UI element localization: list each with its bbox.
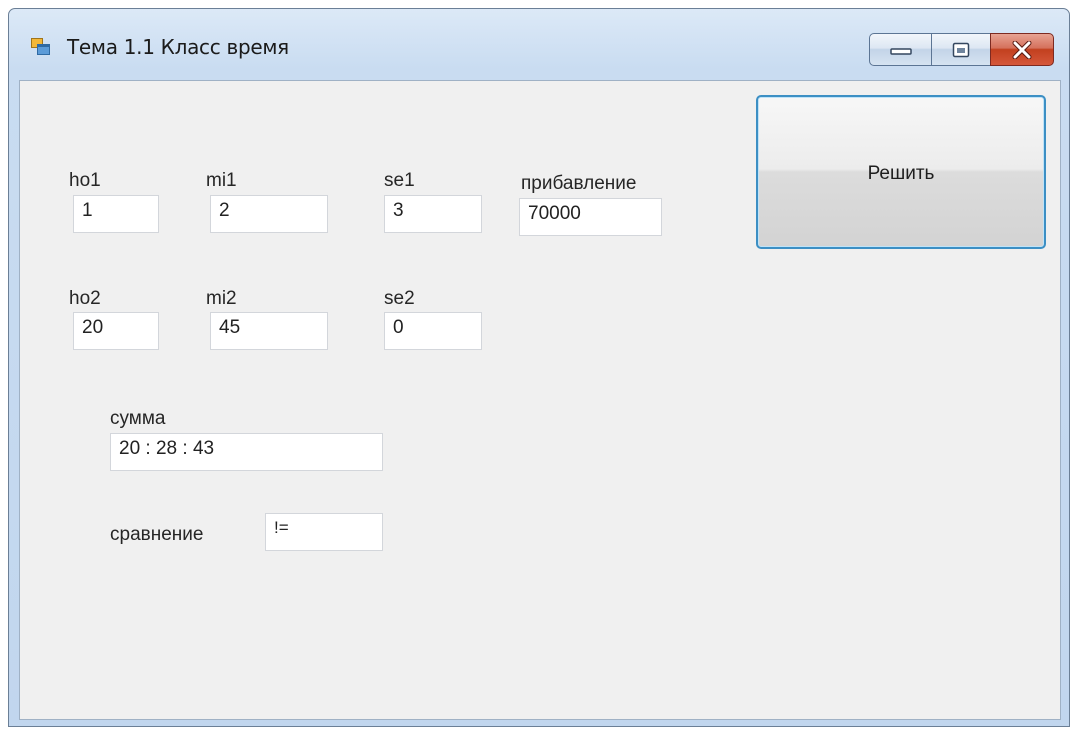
- mi1-input[interactable]: 2: [210, 195, 328, 233]
- mi2-input[interactable]: 45: [210, 312, 328, 350]
- minimize-button[interactable]: [869, 33, 932, 66]
- ho1-label: ho1: [69, 170, 101, 191]
- mi1-label: mi1: [206, 170, 237, 191]
- solve-button[interactable]: Решить: [756, 95, 1046, 249]
- window-title: Тема 1.1 Класс время: [67, 35, 289, 59]
- maximize-button[interactable]: [931, 33, 991, 66]
- sum-label: сумма: [110, 408, 166, 429]
- compare-label: сравнение: [110, 524, 204, 545]
- main-window: Тема 1.1 Класс время ho1 1 mi1 2 se1 3 п…: [8, 8, 1070, 727]
- add-label: прибавление: [521, 173, 637, 194]
- maximize-icon: [952, 42, 970, 57]
- compare-output[interactable]: !=: [265, 513, 383, 551]
- add-input[interactable]: 70000: [519, 198, 662, 236]
- se1-input[interactable]: 3: [384, 195, 482, 233]
- mi2-label: mi2: [206, 288, 237, 309]
- minimize-icon: [889, 47, 912, 55]
- se2-label: se2: [384, 288, 415, 309]
- se2-input[interactable]: 0: [384, 312, 482, 350]
- form-icon: [31, 38, 50, 55]
- ho1-input[interactable]: 1: [73, 195, 159, 233]
- title-bar[interactable]: Тема 1.1 Класс время: [9, 9, 1069, 79]
- close-button[interactable]: [990, 33, 1054, 66]
- se1-label: se1: [384, 170, 415, 191]
- sum-output[interactable]: 20 : 28 : 43: [110, 433, 383, 471]
- ho2-input[interactable]: 20: [73, 312, 159, 350]
- form-client-area: ho1 1 mi1 2 se1 3 прибавление 70000 ho2 …: [19, 80, 1061, 720]
- close-icon: [1012, 40, 1032, 59]
- ho2-label: ho2: [69, 288, 101, 309]
